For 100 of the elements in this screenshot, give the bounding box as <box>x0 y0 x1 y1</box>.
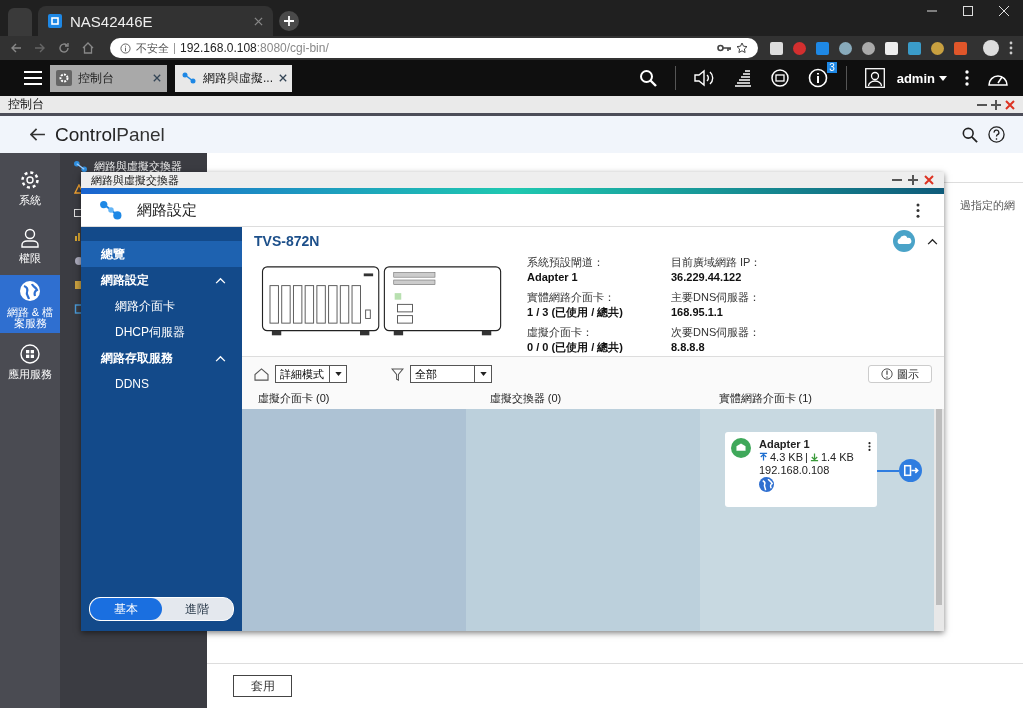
adapter-name: Adapter 1 <box>759 438 811 450</box>
port-icon[interactable] <box>899 459 922 482</box>
maximize-icon[interactable] <box>908 175 918 185</box>
extension-icon[interactable] <box>885 41 898 55</box>
home-icon[interactable] <box>254 367 269 381</box>
collapse-icon[interactable] <box>927 237 938 245</box>
nav-item[interactable]: DHCP伺服器 <box>81 319 242 345</box>
nav-item[interactable]: DDNS <box>81 371 242 397</box>
caret-icon[interactable] <box>334 372 342 376</box>
nav-group[interactable]: 網路存取服務 <box>81 345 242 371</box>
adapter-card[interactable]: Adapter 1 4.3 KB | 1.4 KB 192.168.0.108 <box>725 432 877 507</box>
info-label: 實體網路介面卡： <box>527 290 616 305</box>
mode-option[interactable]: 進階 <box>161 598 233 620</box>
app-tab[interactable]: 控制台 <box>50 64 167 92</box>
info-icon[interactable] <box>807 68 828 88</box>
app-title: 網路設定 <box>137 200 197 220</box>
help-icon[interactable] <box>988 126 1005 143</box>
stack-icon[interactable] <box>733 69 752 87</box>
scrollbar[interactable] <box>936 409 942 605</box>
extension-icon[interactable] <box>770 41 783 55</box>
download-rate: 1.4 KB <box>820 451 854 463</box>
download-icon <box>809 452 819 462</box>
more-icon[interactable] <box>916 202 920 218</box>
column-heading: 虛擬交換器 (0) <box>489 392 562 404</box>
gear-icon <box>56 70 72 86</box>
close-icon[interactable] <box>279 74 287 82</box>
extension-icon[interactable] <box>862 41 875 55</box>
nav-item[interactable]: 網路介面卡 <box>81 293 242 319</box>
mode-dropdown[interactable]: 詳細模式 <box>275 365 347 383</box>
info-value: Adapter 1 <box>527 270 579 285</box>
apps-icon <box>20 344 40 364</box>
profile-icon[interactable] <box>983 40 999 56</box>
caret-icon[interactable] <box>939 75 947 81</box>
security-label: 不安全 <box>136 40 169 56</box>
app-tab[interactable]: 網路與虛擬... <box>175 64 292 92</box>
info-label: 目前廣域網路 IP： <box>671 255 763 270</box>
more-icon[interactable] <box>965 70 969 86</box>
info-icon <box>120 42 131 54</box>
nav-group[interactable]: 網路設定 <box>81 267 242 293</box>
menu-icon[interactable] <box>1009 41 1013 55</box>
more-icon[interactable] <box>868 441 871 452</box>
filter-dropdown[interactable]: 全部 <box>410 365 492 383</box>
network-icon <box>73 159 88 173</box>
caret-icon[interactable] <box>479 372 487 376</box>
info-value: 168.95.1.1 <box>671 305 724 320</box>
reload-icon[interactable] <box>58 42 70 54</box>
cloud-icon[interactable] <box>893 230 915 252</box>
tab-title: NAS42446E <box>70 12 153 30</box>
apply-button[interactable]: 套用 <box>233 675 292 697</box>
filter-icon[interactable] <box>391 367 404 381</box>
rail-item[interactable]: 系統 <box>0 159 60 217</box>
column-heading: 虛擬介面卡 (0) <box>258 392 330 404</box>
rail-item[interactable]: 應用服務 <box>0 333 60 391</box>
info-icon <box>881 368 893 380</box>
upload-rate: 4.3 KB <box>770 451 804 463</box>
info-label: 虛擬介面卡： <box>527 325 594 340</box>
search-icon[interactable] <box>638 69 657 87</box>
network-icon <box>99 200 123 220</box>
submenu-item[interactable]: 網路與虛擬交換器 <box>60 158 207 174</box>
nas-icon <box>48 14 62 28</box>
globe-icon <box>19 279 41 302</box>
maximize-icon[interactable] <box>991 99 1001 110</box>
network-icon <box>181 70 197 86</box>
info-value: 36.229.44.122 <box>671 270 743 285</box>
menu-icon[interactable] <box>24 71 42 85</box>
user-menu[interactable]: admin <box>896 70 935 86</box>
new-tab-icon[interactable] <box>279 11 299 31</box>
ip-address: 192.168.0.108 <box>759 464 831 476</box>
browser-tab[interactable]: NAS42446E <box>38 6 273 36</box>
description-text: 過指定的網 <box>960 198 1015 213</box>
nav-item[interactable]: 總覽 <box>81 241 242 267</box>
extension-icon[interactable] <box>839 41 852 55</box>
url-text: 192.168.0.108:8080/cgi-bin/ <box>180 41 329 55</box>
rail-item[interactable]: 權限 <box>0 217 60 275</box>
search-icon[interactable] <box>962 126 978 143</box>
info-value: 0 / 0 (已使用 / 總共) <box>527 340 624 355</box>
app-title: ControlPanel <box>55 123 165 146</box>
user-icon[interactable] <box>864 68 885 88</box>
speaker-icon[interactable] <box>693 69 716 87</box>
rail-item[interactable]: 網路 & 檔案服務 <box>0 275 60 333</box>
window-title: 網路與虛擬交換器 <box>91 172 179 188</box>
legend-button[interactable]: 圖示 <box>868 365 932 383</box>
chevron-icon[interactable] <box>215 276 226 284</box>
separator-text: | <box>805 451 808 463</box>
mode-option[interactable]: 基本 <box>90 598 162 620</box>
notification-badge: 3 <box>827 62 837 73</box>
submenu-icon[interactable] <box>74 184 84 194</box>
mode-toggle[interactable]: 基本 進階 <box>89 597 234 621</box>
chevron-icon[interactable] <box>215 354 226 362</box>
address-bar[interactable]: 不安全 192.168.0.108:8080/cgi-bin/ <box>110 38 758 58</box>
connection-line <box>877 470 899 472</box>
home-icon[interactable] <box>82 42 94 54</box>
star-icon[interactable] <box>736 42 748 54</box>
column-heading: 實體網路介面卡 (1) <box>718 392 812 404</box>
sync-icon[interactable] <box>769 68 790 88</box>
key-icon[interactable] <box>717 43 731 53</box>
gear-icon <box>20 170 40 190</box>
back-icon[interactable] <box>30 128 45 141</box>
extension-icon[interactable] <box>931 41 944 55</box>
info-value: 1 / 3 (已使用 / 總共) <box>527 305 624 320</box>
